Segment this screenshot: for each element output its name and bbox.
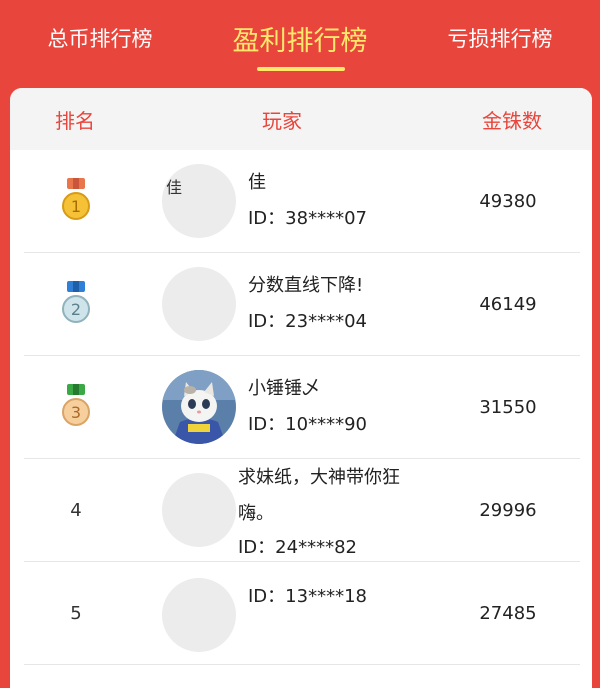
- score-value: 46149: [479, 293, 537, 315]
- score-value: 49380: [479, 190, 537, 212]
- cat-photo-icon: [162, 370, 236, 444]
- silver-medal-icon: 2: [60, 281, 92, 327]
- table-header: 排名 玩家 金铢数: [10, 88, 592, 150]
- ranking-tabs: 总币排行榜 盈利排行榜 亏损排行榜: [0, 0, 600, 88]
- tab-total-coins[interactable]: 总币排行榜: [20, 0, 180, 78]
- gold-medal-icon: 1: [60, 178, 92, 224]
- player-name: 佳: [248, 172, 266, 193]
- player-name-line1: 求妹纸，大神带你狂: [238, 467, 400, 488]
- table-row[interactable]: 2 分数直线下降! ID：23****04 46149: [24, 253, 580, 356]
- player-id: ID：24****82: [238, 537, 357, 558]
- avatar[interactable]: [162, 473, 236, 547]
- header-score: 金铢数: [482, 108, 542, 133]
- header-player: 玩家: [262, 108, 302, 133]
- rank-number: 5: [70, 602, 82, 624]
- leaderboard-card: 排名 玩家 金铢数 1 佳 佳 ID：38****07 49380 2 分数直线…: [10, 88, 592, 688]
- avatar[interactable]: [162, 370, 236, 444]
- score-value: 27485: [479, 602, 537, 624]
- table-row[interactable]: 5 ID：13****18 27485: [24, 562, 580, 665]
- player-id: ID：10****90: [248, 414, 367, 435]
- svg-text:1: 1: [71, 197, 81, 216]
- svg-text:2: 2: [71, 300, 81, 319]
- table-row[interactable]: 1 佳 佳 ID：38****07 49380: [24, 150, 580, 253]
- score-value: 31550: [479, 396, 537, 418]
- rank-number: 4: [70, 499, 82, 521]
- player-name: 分数直线下降!: [248, 275, 364, 296]
- table-row[interactable]: 4 求妹纸，大神带你狂 嗨。 ID：24****82 29996: [24, 459, 580, 562]
- player-name-line2: 嗨。: [238, 503, 274, 524]
- avatar-placeholder-text: 佳: [166, 178, 183, 197]
- svg-text:3: 3: [71, 403, 81, 422]
- player-name: 小锤锤乄: [248, 378, 320, 399]
- avatar[interactable]: [162, 267, 236, 341]
- table-row[interactable]: 3 小锤锤乄 ID：10****90 31550: [24, 356, 580, 459]
- active-tab-indicator: [257, 67, 345, 71]
- bronze-medal-icon: 3: [60, 384, 92, 430]
- player-id: ID：38****07: [248, 208, 367, 229]
- player-id: ID：13****18: [248, 586, 367, 607]
- tab-loss[interactable]: 亏损排行榜: [420, 0, 580, 78]
- avatar[interactable]: [162, 578, 236, 652]
- header-rank: 排名: [55, 108, 95, 133]
- score-value: 29996: [479, 499, 537, 521]
- player-id: ID：23****04: [248, 311, 367, 332]
- leaderboard-rows: 1 佳 佳 ID：38****07 49380 2 分数直线下降! ID：23*…: [10, 150, 592, 665]
